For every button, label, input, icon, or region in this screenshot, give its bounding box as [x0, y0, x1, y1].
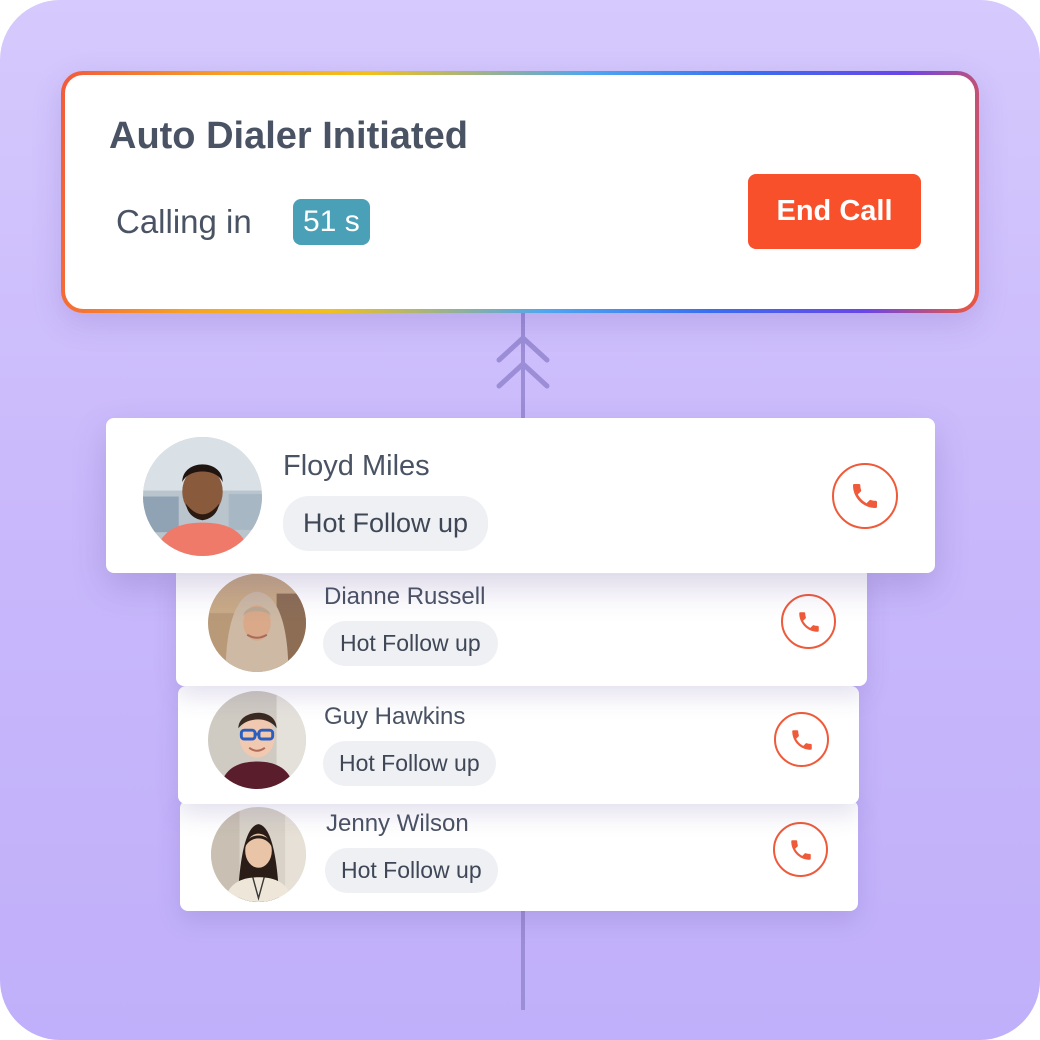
auto-dialer-panel: Auto Dialer Initiated Calling in 51 s En… — [61, 71, 979, 313]
call-button[interactable] — [832, 463, 898, 529]
contact-name: Guy Hawkins — [324, 703, 466, 730]
countdown-badge: 51 s — [293, 199, 370, 245]
contact-name: Floyd Miles — [283, 450, 430, 482]
end-call-button[interactable]: End Call — [748, 174, 921, 249]
auto-dialer-body: Auto Dialer Initiated Calling in 51 s En… — [65, 75, 975, 309]
contact-card-floyd-miles[interactable]: Floyd Miles Hot Follow up — [106, 418, 935, 573]
avatar — [143, 437, 262, 556]
avatar — [208, 574, 306, 672]
phone-icon — [790, 839, 811, 860]
avatar — [208, 691, 306, 789]
background-canvas: Auto Dialer Initiated Calling in 51 s En… — [0, 0, 1040, 1040]
status-tag: Hot Follow up — [325, 848, 498, 893]
phone-icon — [853, 484, 877, 508]
phone-icon — [798, 611, 819, 632]
dialer-title: Auto Dialer Initiated — [109, 115, 468, 157]
connector-line-bottom — [521, 905, 525, 1010]
contact-name: Dianne Russell — [324, 583, 486, 610]
contact-card-guy-hawkins[interactable]: Guy Hawkins Hot Follow up — [178, 686, 859, 804]
call-button[interactable] — [773, 822, 828, 877]
status-tag: Hot Follow up — [323, 621, 498, 666]
contact-card-dianne-russell[interactable]: Dianne Russell Hot Follow up — [176, 566, 867, 686]
phone-icon — [791, 729, 812, 750]
call-button[interactable] — [774, 712, 829, 767]
contact-name: Jenny Wilson — [326, 810, 469, 837]
avatar — [211, 807, 306, 902]
status-tag: Hot Follow up — [323, 741, 496, 786]
calling-in-label: Calling in — [116, 203, 252, 240]
status-tag: Hot Follow up — [283, 496, 489, 551]
call-button[interactable] — [781, 594, 836, 649]
contact-card-jenny-wilson[interactable]: Jenny Wilson Hot Follow up — [180, 800, 858, 911]
double-chevron-up-icon — [496, 335, 550, 389]
